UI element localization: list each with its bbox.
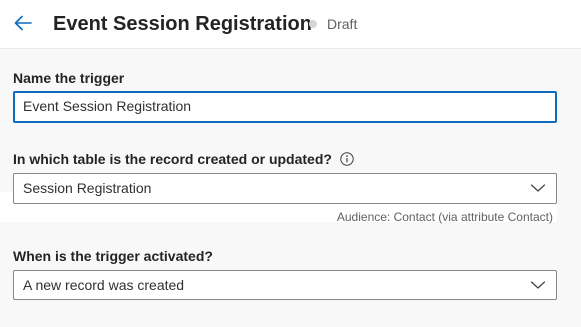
status-text: Draft xyxy=(327,16,358,32)
table-select-value: Session Registration xyxy=(23,180,152,196)
trigger-form: Name the trigger Event Session Registrat… xyxy=(0,49,581,327)
back-arrow-icon[interactable] xyxy=(12,12,34,34)
trigger-name-input[interactable]: Event Session Registration xyxy=(13,91,557,123)
audience-caption: Audience: Contact (via attribute Contact… xyxy=(336,210,553,224)
page-header: Event Session Registration Draft xyxy=(0,0,581,49)
info-icon[interactable] xyxy=(340,152,354,166)
activation-select[interactable]: A new record was created xyxy=(13,270,557,300)
chevron-down-icon xyxy=(530,281,546,289)
table-question-label: In which table is the record created or … xyxy=(13,151,354,167)
activation-select-value: A new record was created xyxy=(23,277,185,293)
table-question-text: In which table is the record created or … xyxy=(13,151,332,167)
trigger-name-label: Name the trigger xyxy=(13,70,125,86)
chevron-down-icon xyxy=(530,184,546,192)
status-badge: Draft xyxy=(309,16,357,32)
table-select[interactable]: Session Registration xyxy=(13,173,557,204)
activation-label: When is the trigger activated? xyxy=(13,248,213,264)
status-dot-icon xyxy=(309,20,317,28)
page-title: Event Session Registration xyxy=(53,13,312,35)
